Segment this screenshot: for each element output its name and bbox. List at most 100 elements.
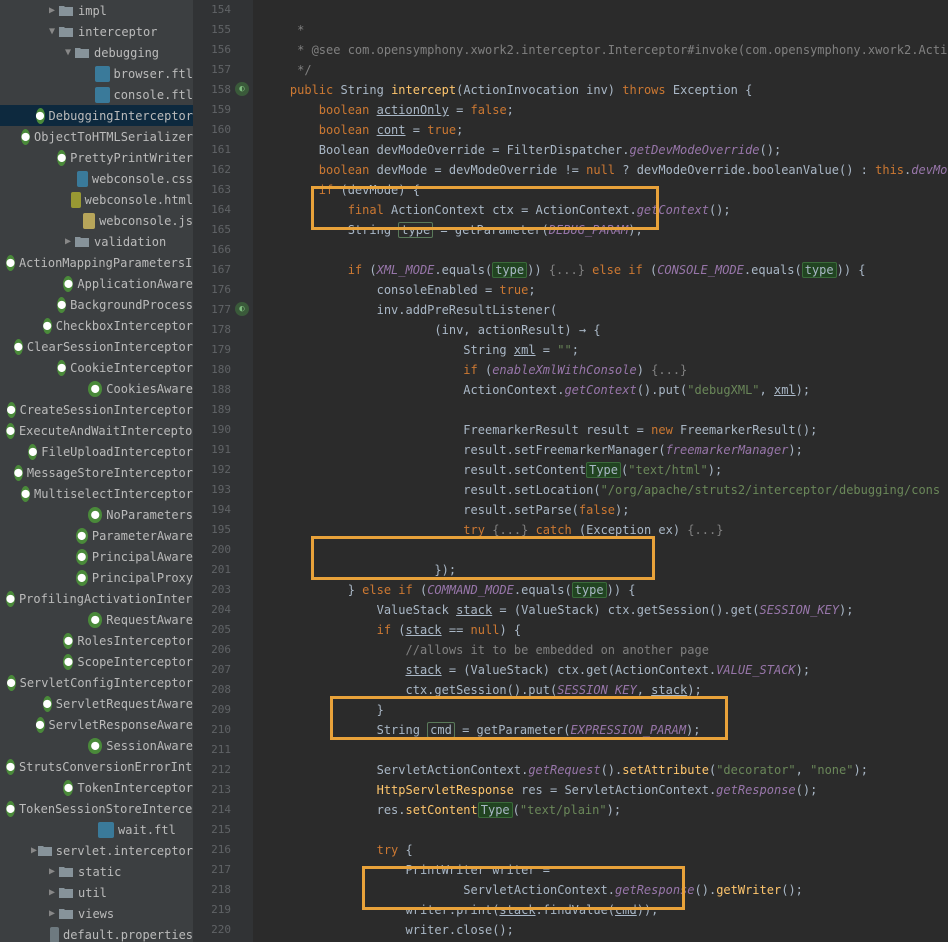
code-line[interactable]: */ [261, 60, 948, 80]
code-line[interactable] [261, 820, 948, 840]
tree-item[interactable]: ⬤CookiesAware [0, 378, 193, 399]
tree-item[interactable]: ⬤CheckboxInterceptor [0, 315, 193, 336]
tree-item[interactable]: ⬤FileUploadInterceptor [0, 441, 193, 462]
tree-item[interactable]: webconsole.html [0, 189, 193, 210]
tree-item[interactable]: browser.ftl [0, 63, 193, 84]
code-line[interactable]: * [261, 20, 948, 40]
tree-item[interactable]: ⬤ObjectToHTMLSerializer [0, 126, 193, 147]
tree-item[interactable]: console.ftl [0, 84, 193, 105]
code-line[interactable]: PrintWriter writer = [261, 860, 948, 880]
code-line[interactable] [261, 240, 948, 260]
tree-item[interactable]: ⬤CookieInterceptor [0, 357, 193, 378]
tree-item[interactable]: ⬤PrincipalProxy [0, 567, 193, 588]
tree-item[interactable]: ▶views [0, 903, 193, 924]
code-line[interactable]: (inv, actionResult) → { [261, 320, 948, 340]
tree-item[interactable]: ⬤ServletRequestAware [0, 693, 193, 714]
tree-item[interactable]: ⬤ExecuteAndWaitInterceptor [0, 420, 193, 441]
tree-item[interactable]: ⬤PrincipalAware [0, 546, 193, 567]
tree-item[interactable]: ▶static [0, 861, 193, 882]
code-line[interactable]: result.setParse(false); [261, 500, 948, 520]
tree-item[interactable]: ▶servlet.interceptor [0, 840, 193, 861]
code-line[interactable]: }); [261, 560, 948, 580]
tree-item[interactable]: ⬤NoParameters [0, 504, 193, 525]
code-line[interactable]: inv.addPreResultListener( [261, 300, 948, 320]
tree-item[interactable]: ⬤MultiselectInterceptor [0, 483, 193, 504]
code-content[interactable]: * * @see com.opensymphony.xwork2.interce… [253, 0, 948, 942]
code-line[interactable]: * @see com.opensymphony.xwork2.intercept… [261, 40, 948, 60]
code-line[interactable]: if (stack == null) { [261, 620, 948, 640]
code-line[interactable]: String xml = ""; [261, 340, 948, 360]
code-line[interactable]: if (devMode) { [261, 180, 948, 200]
tree-item[interactable]: ⬤RequestAware [0, 609, 193, 630]
tree-item[interactable]: ⬤ProfilingActivationInterceptor [0, 588, 193, 609]
code-line[interactable]: try { [261, 840, 948, 860]
code-line[interactable]: ActionContext.getContext().put("debugXML… [261, 380, 948, 400]
code-line[interactable]: } [261, 700, 948, 720]
tree-item[interactable]: ⬤ApplicationAware [0, 273, 193, 294]
tree-item[interactable]: wait.ftl [0, 819, 193, 840]
tree-item[interactable]: ⬤ClearSessionInterceptor [0, 336, 193, 357]
tree-item[interactable]: ⬤ServletResponseAware [0, 714, 193, 735]
tree-item[interactable]: ⬤StrutsConversionErrorInterceptor [0, 756, 193, 777]
tree-item[interactable]: ▶validation [0, 231, 193, 252]
project-tree[interactable]: ▶impl▼interceptor▼debuggingbrowser.ftlco… [0, 0, 193, 942]
tree-item[interactable]: webconsole.js [0, 210, 193, 231]
tree-item[interactable]: ⬤CreateSessionInterceptor [0, 399, 193, 420]
line-number: 192 [193, 460, 231, 480]
tree-item[interactable]: ⬤ActionMappingParametersInterceptor [0, 252, 193, 273]
line-number: 207 [193, 660, 231, 680]
tree-item[interactable]: ⬤TokenInterceptor [0, 777, 193, 798]
code-line[interactable]: if (XML_MODE.equals(type)) {...} else if… [261, 260, 948, 280]
code-line[interactable]: boolean actionOnly = false; [261, 100, 948, 120]
tree-item[interactable]: ⬤MessageStoreInterceptor [0, 462, 193, 483]
code-line[interactable]: ServletActionContext.getRequest().setAtt… [261, 760, 948, 780]
code-line[interactable]: result.setContentType("text/html"); [261, 460, 948, 480]
code-line[interactable]: res.setContentType("text/plain"); [261, 800, 948, 820]
java-file-icon: ⬤ [36, 717, 45, 733]
code-line[interactable]: HttpServletResponse res = ServletActionC… [261, 780, 948, 800]
code-editor[interactable]: 154155156157158◐159160161162163164165166… [193, 0, 948, 942]
line-number: 158◐ [193, 80, 231, 100]
code-line[interactable]: stack = (ValueStack) ctx.get(ActionConte… [261, 660, 948, 680]
tree-item[interactable]: ⬤SessionAware [0, 735, 193, 756]
code-line[interactable]: String cmd = getParameter(EXPRESSION_PAR… [261, 720, 948, 740]
code-line[interactable]: public String intercept(ActionInvocation… [261, 80, 948, 100]
tree-item[interactable]: ⬤ServletConfigInterceptor [0, 672, 193, 693]
code-line[interactable]: String type = getParameter(DEBUG_PARAM); [261, 220, 948, 240]
code-line[interactable] [261, 740, 948, 760]
code-line[interactable]: result.setFreemarkerManager(freemarkerMa… [261, 440, 948, 460]
tree-item[interactable]: ⬤TokenSessionStoreInterceptor [0, 798, 193, 819]
code-line[interactable]: writer.print(stack.findValue(cmd)); [261, 900, 948, 920]
tree-item[interactable]: ▶impl [0, 0, 193, 21]
code-line[interactable]: ServletActionContext.getResponse().getWr… [261, 880, 948, 900]
code-line[interactable]: if (enableXmlWithConsole) {...} [261, 360, 948, 380]
tree-item[interactable]: ▼debugging [0, 42, 193, 63]
tree-item[interactable]: ⬤PrettyPrintWriter [0, 147, 193, 168]
code-line[interactable]: } else if (COMMAND_MODE.equals(type)) { [261, 580, 948, 600]
tree-item[interactable]: ⬤BackgroundProcess [0, 294, 193, 315]
code-line[interactable]: Boolean devModeOverride = FilterDispatch… [261, 140, 948, 160]
code-line[interactable]: final ActionContext ctx = ActionContext.… [261, 200, 948, 220]
code-line[interactable]: //allows it to be embedded on another pa… [261, 640, 948, 660]
code-line[interactable]: result.setLocation("/org/apache/struts2/… [261, 480, 948, 500]
tree-item[interactable]: ⬤DebuggingInterceptor [0, 105, 193, 126]
code-line[interactable]: boolean devMode = devModeOverride != nul… [261, 160, 948, 180]
code-line[interactable]: ctx.getSession().put(SESSION_KEY, stack)… [261, 680, 948, 700]
line-number: 189 [193, 400, 231, 420]
code-line[interactable]: ValueStack stack = (ValueStack) ctx.getS… [261, 600, 948, 620]
code-line[interactable]: boolean cont = true; [261, 120, 948, 140]
tree-item[interactable]: ⬤ParameterAware [0, 525, 193, 546]
code-line[interactable]: writer.close(); [261, 920, 948, 940]
tree-item[interactable]: ⬤ScopeInterceptor [0, 651, 193, 672]
code-line[interactable]: FreemarkerResult result = new Freemarker… [261, 420, 948, 440]
tree-item[interactable]: default.properties [0, 924, 193, 942]
code-line[interactable] [261, 400, 948, 420]
tree-item[interactable]: ▶util [0, 882, 193, 903]
tree-item[interactable]: ▼interceptor [0, 21, 193, 42]
code-line[interactable] [261, 0, 948, 20]
code-line[interactable]: try {...} catch (Exception ex) {...} [261, 520, 948, 540]
tree-item[interactable]: webconsole.css [0, 168, 193, 189]
code-line[interactable] [261, 540, 948, 560]
code-line[interactable]: consoleEnabled = true; [261, 280, 948, 300]
tree-item[interactable]: ⬤RolesInterceptor [0, 630, 193, 651]
